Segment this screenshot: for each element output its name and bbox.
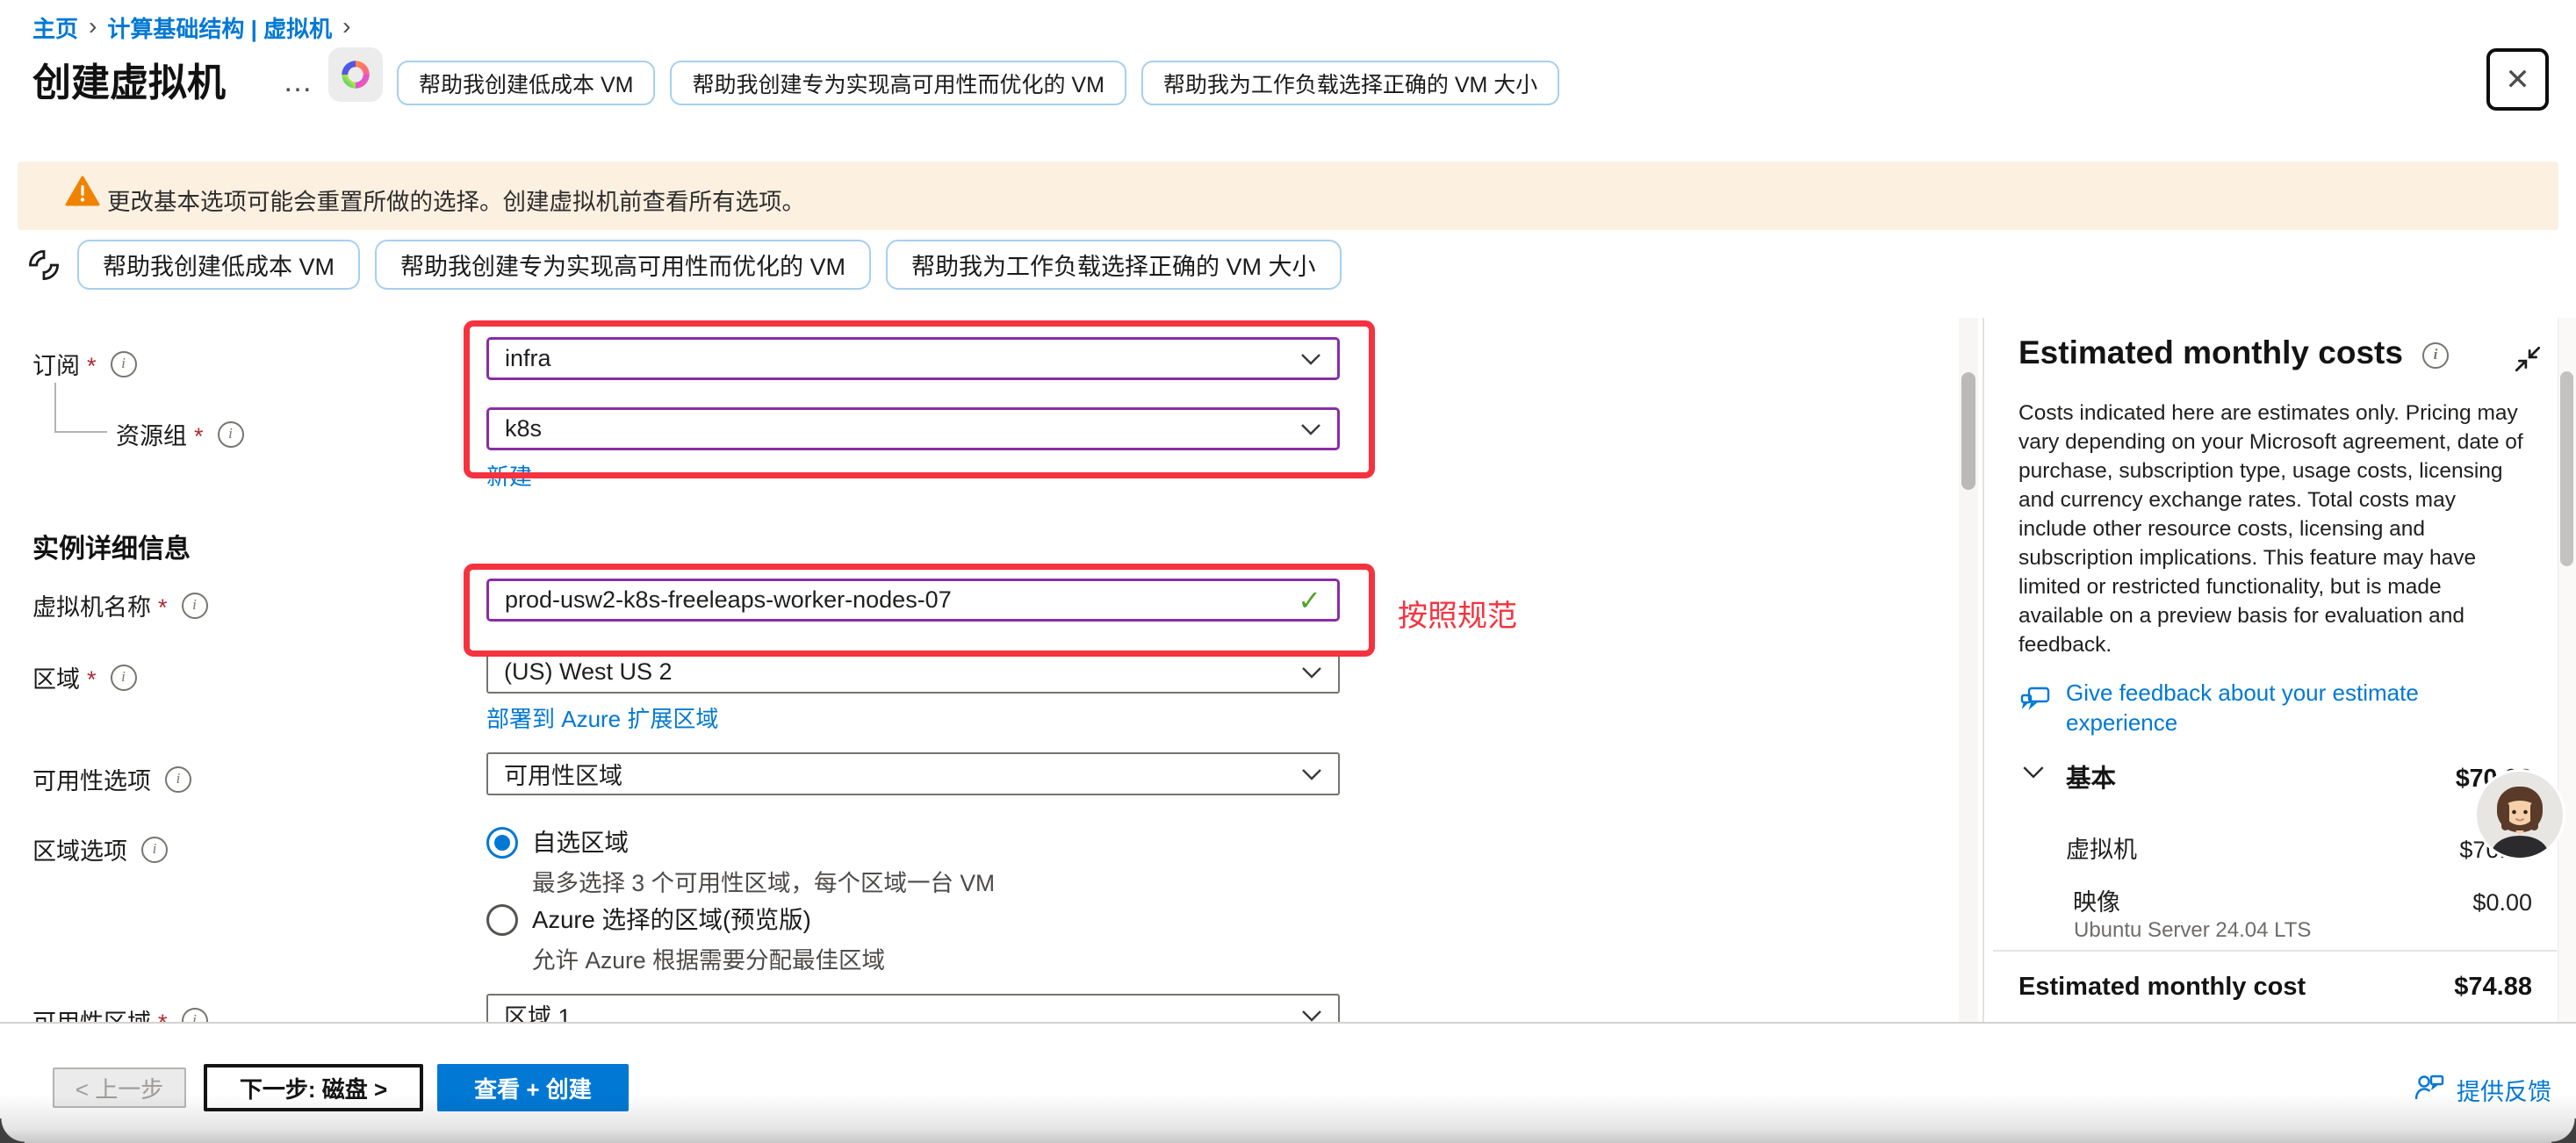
create-vm-page: 主页 › 计算基础结构 | 虚拟机 › 创建虚拟机 … 帮助我创建低成本 VM …: [0, 0, 2576, 1143]
copilot-suggestions-content: 帮助我创建低成本 VM 帮助我创建专为实现高可用性而优化的 VM 帮助我为工作负…: [77, 240, 1342, 290]
collapse-panel-icon[interactable]: [2513, 344, 2543, 378]
assist-high-availability-vm-button-2[interactable]: 帮助我创建专为实现高可用性而优化的 VM: [375, 240, 871, 290]
close-button[interactable]: ✕: [2486, 48, 2549, 111]
info-icon[interactable]: i: [218, 421, 244, 448]
cost-total-amount: $74.88: [2454, 973, 2532, 1002]
footer-feedback-link[interactable]: 提供反馈: [2413, 1073, 2551, 1107]
cost-item-amount: $0.00: [2472, 889, 2532, 917]
warning-triangle-icon: [65, 176, 100, 212]
create-new-resource-group-link[interactable]: 新建: [486, 459, 532, 492]
availability-options-label: 可用性选项 i: [32, 762, 191, 796]
assist-low-cost-vm-button-2[interactable]: 帮助我创建低成本 VM: [77, 240, 360, 290]
subscription-label: 订阅 * i: [32, 347, 137, 381]
vm-name-label: 虚拟机名称 * i: [32, 588, 208, 622]
chevron-down-icon: [1301, 760, 1322, 787]
assist-low-cost-vm-button[interactable]: 帮助我创建低成本 VM: [397, 61, 655, 105]
vm-name-input[interactable]: prod-usw2-k8s-freeleaps-worker-nodes-07 …: [486, 579, 1340, 622]
availability-options-dropdown[interactable]: 可用性区域: [486, 752, 1340, 795]
info-icon[interactable]: i: [2422, 342, 2449, 369]
cost-item-row: 虚拟机 $70.08: [2018, 830, 2532, 865]
estimate-feedback-text: Give feedback about your estimate experi…: [2066, 678, 2510, 737]
breadcrumb-home[interactable]: 主页: [32, 11, 78, 44]
cost-item-subtext: Ubuntu Server 24.04 LTS: [2074, 918, 2311, 943]
radio-selected[interactable]: [486, 827, 518, 859]
deploy-edge-zone-link[interactable]: 部署到 Azure 扩展区域: [486, 701, 718, 734]
chevron-right-icon: ›: [342, 14, 350, 39]
cost-panel-title: Estimated monthly costs i: [2018, 334, 2449, 371]
required-asterisk: *: [158, 594, 168, 622]
cost-disclaimer: Costs indicated here are estimates only.…: [2018, 399, 2523, 659]
feedback-bubbles-icon: [2018, 678, 2054, 737]
cost-group-name: 基本: [2066, 758, 2116, 794]
warning-banner-text: 更改基本选项可能会重置所做的选择。创建虚拟机前查看所有选项。: [107, 183, 805, 217]
main-scrollbar-thumb[interactable]: [2560, 371, 2573, 566]
chevron-down-icon: [1300, 345, 1321, 372]
zone-option-label[interactable]: Azure 选择的区域(预览版): [532, 904, 885, 936]
info-icon[interactable]: i: [141, 837, 168, 863]
cost-total-row: Estimated monthly cost $74.88: [2018, 973, 2532, 1002]
avatar[interactable]: [2474, 769, 2565, 860]
assist-high-availability-vm-button[interactable]: 帮助我创建专为实现高可用性而优化的 VM: [670, 61, 1126, 105]
cost-item-name: 虚拟机: [2066, 830, 2137, 865]
cost-total-label: Estimated monthly cost: [2018, 973, 2306, 1002]
instance-details-heading: 实例详细信息: [32, 527, 191, 565]
zone-option-self-select: 自选区域 最多选择 3 个可用性区域，每个区域一台 VM: [486, 827, 995, 898]
cost-group-row[interactable]: 基本 $70.08: [2018, 758, 2532, 794]
chevron-right-icon: ›: [89, 14, 97, 39]
footer-feedback-text: 提供反馈: [2457, 1073, 2551, 1107]
breadcrumb: 主页 › 计算基础结构 | 虚拟机 ›: [32, 11, 350, 44]
copilot-suggestions-header: 帮助我创建低成本 VM 帮助我创建专为实现高可用性而优化的 VM 帮助我为工作负…: [397, 61, 1559, 105]
zone-options-label: 区域选项 i: [32, 832, 168, 866]
region-label: 区域 * i: [32, 660, 137, 694]
required-asterisk: *: [87, 353, 97, 380]
resource-group-dropdown[interactable]: k8s: [486, 407, 1340, 450]
region-value: (US) West US 2: [504, 658, 673, 686]
copilot-outline-icon: [23, 244, 65, 286]
info-icon[interactable]: i: [165, 766, 191, 793]
zone-option-azure-select: Azure 选择的区域(预览版) 允许 Azure 根据需要分配最佳区域: [486, 904, 885, 975]
resource-group-label: 资源组 * i: [116, 417, 244, 451]
availability-options-value: 可用性区域: [504, 757, 622, 791]
annotation-note: 按照规范: [1398, 592, 1517, 635]
chevron-down-icon: [1301, 658, 1322, 686]
estimate-feedback-link[interactable]: Give feedback about your estimate experi…: [2018, 678, 2510, 737]
zone-option-description: 最多选择 3 个可用性区域，每个区域一台 VM: [532, 864, 995, 898]
cost-panel-divider: [1993, 950, 2557, 952]
chevron-down-icon: [1300, 415, 1321, 442]
breadcrumb-virtual-machines[interactable]: 计算基础结构 | 虚拟机: [107, 11, 332, 44]
subscription-dropdown[interactable]: infra: [486, 337, 1340, 380]
info-icon[interactable]: i: [111, 351, 137, 377]
assist-right-size-vm-button[interactable]: 帮助我为工作负载选择正确的 VM 大小: [1141, 61, 1559, 105]
previous-button[interactable]: < 上一步: [53, 1068, 186, 1108]
subscription-value: infra: [505, 345, 551, 372]
tree-connector: [54, 383, 107, 433]
region-dropdown[interactable]: (US) West US 2: [486, 651, 1340, 694]
cost-item-row: 映像 $0.00: [2018, 883, 2532, 917]
assist-right-size-vm-button-2[interactable]: 帮助我为工作负载选择正确的 VM 大小: [886, 240, 1342, 290]
zone-option-description: 允许 Azure 根据需要分配最佳区域: [532, 941, 885, 975]
copilot-icon[interactable]: [328, 47, 383, 102]
chevron-down-icon[interactable]: [2022, 766, 2045, 784]
resource-group-value: k8s: [505, 415, 542, 442]
person-feedback-icon: [2413, 1073, 2446, 1107]
overflow-menu-icon[interactable]: …: [283, 65, 314, 99]
zone-option-label[interactable]: 自选区域: [532, 827, 995, 859]
info-icon[interactable]: i: [182, 593, 208, 619]
page-title: 创建虚拟机: [32, 51, 226, 107]
valid-check-icon: ✓: [1298, 584, 1321, 617]
cost-item-name: 映像: [2073, 883, 2120, 917]
info-icon[interactable]: i: [111, 665, 137, 691]
radio-unselected[interactable]: [486, 904, 518, 936]
panel-divider: [1982, 318, 1984, 1022]
vm-name-value: prod-usw2-k8s-freeleaps-worker-nodes-07: [505, 586, 952, 614]
content-scrollbar-thumb[interactable]: [1961, 372, 1975, 490]
next-disks-button[interactable]: 下一步: 磁盘 >: [204, 1064, 423, 1111]
required-asterisk: *: [194, 423, 204, 450]
footer-bar: < 上一步 下一步: 磁盘 > 查看 + 创建 提供反馈: [0, 1022, 2576, 1143]
required-asterisk: *: [87, 666, 97, 694]
review-create-button[interactable]: 查看 + 创建: [437, 1064, 629, 1111]
close-icon: ✕: [2505, 62, 2530, 97]
